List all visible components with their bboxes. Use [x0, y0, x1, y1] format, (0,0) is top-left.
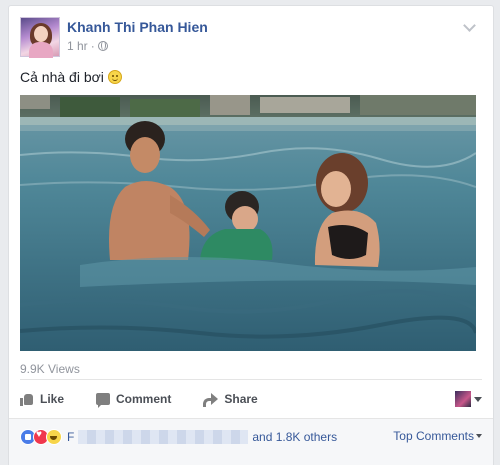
page-selector[interactable] [455, 391, 482, 407]
comment-button[interactable]: Comment [96, 392, 172, 408]
video-frame [20, 95, 476, 351]
chevron-down-icon[interactable] [463, 19, 476, 32]
haha-reaction-icon[interactable] [46, 429, 62, 445]
page-avatar [455, 391, 471, 407]
post-meta: 1 hr · [67, 39, 108, 53]
smile-icon [107, 70, 122, 84]
caret-down-icon [474, 396, 482, 402]
author-avatar[interactable] [20, 17, 60, 58]
comment-icon [96, 393, 111, 408]
redacted-names [78, 430, 249, 444]
comment-sort-label: Top Comments [393, 429, 474, 443]
like-icon [20, 393, 34, 406]
share-icon [203, 393, 219, 407]
reactions-row: F and 1.8K others Top Comments [20, 427, 482, 447]
comment-sort-dropdown[interactable]: Top Comments [393, 429, 482, 443]
share-label: Share [224, 392, 258, 406]
post-time[interactable]: 1 hr [67, 39, 88, 53]
share-button[interactable]: Share [203, 392, 258, 407]
action-bar: Like Comment Share [20, 384, 482, 414]
post-card: Khanh Thi Phan Hien 1 hr · Cả nhà đi bơi [8, 5, 494, 465]
meta-separator: · [90, 39, 95, 53]
view-count: 9.9K Views [20, 362, 80, 376]
video-player[interactable] [20, 95, 476, 351]
reactions-bar: F and 1.8K others Top Comments [9, 418, 493, 465]
avatar-body [29, 42, 53, 58]
reaction-names[interactable]: F and 1.8K others [67, 430, 337, 444]
globe-icon[interactable] [97, 41, 108, 51]
post-header: Khanh Thi Phan Hien 1 hr · [20, 17, 482, 59]
comment-label: Comment [116, 392, 172, 406]
reaction-first-letter: F [67, 430, 75, 444]
post-text-content: Cả nhà đi bơi [20, 69, 104, 85]
avatar-face [34, 26, 48, 42]
reaction-others[interactable]: and 1.8K others [252, 430, 337, 444]
like-label: Like [40, 392, 65, 406]
caret-down-icon [476, 434, 482, 438]
author-name[interactable]: Khanh Thi Phan Hien [67, 19, 208, 35]
divider [20, 379, 482, 380]
post-text: Cả nhà đi bơi [20, 69, 122, 85]
like-button[interactable]: Like [20, 392, 64, 406]
